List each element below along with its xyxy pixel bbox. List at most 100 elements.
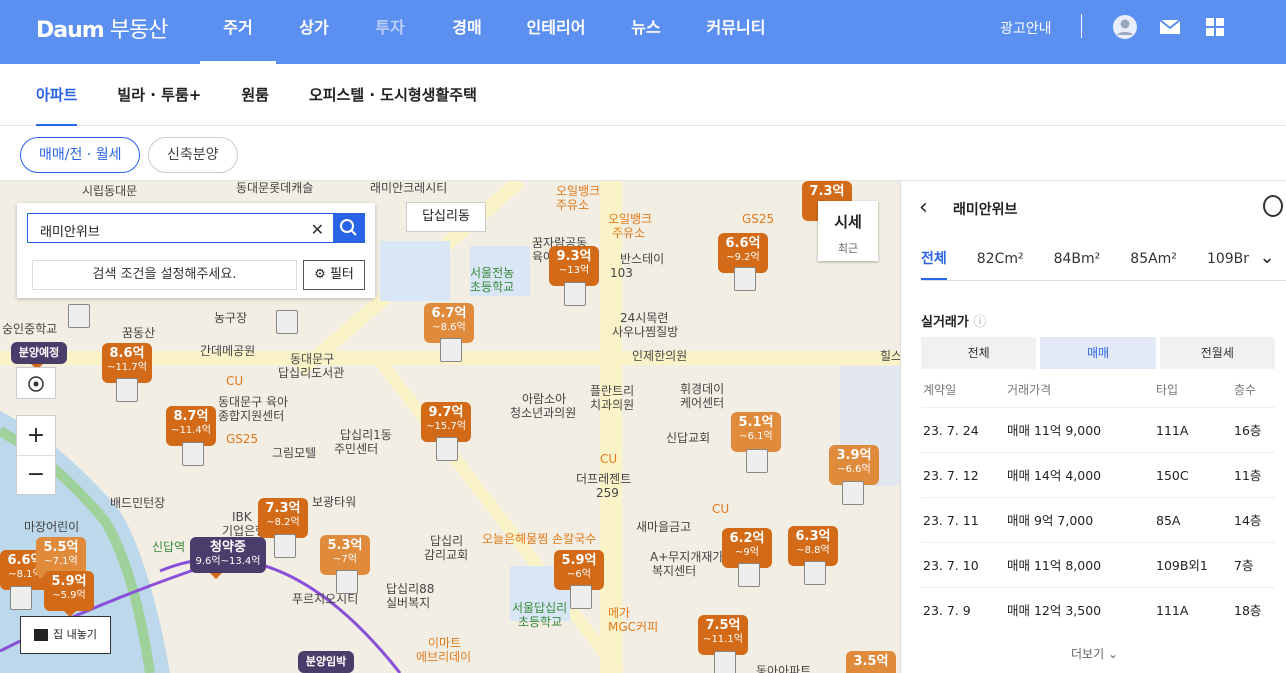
map-label: 사우나찜질방 — [612, 325, 679, 339]
user-icon[interactable] — [1112, 14, 1138, 40]
seg-trade[interactable]: 매매 — [1040, 337, 1156, 369]
current-location-button[interactable] — [16, 367, 56, 399]
map-label: 오일뱅크 — [556, 184, 601, 198]
help-icon[interactable]: ⓘ — [973, 315, 986, 330]
subscription-badge[interactable]: 청약중 9.6억~13.4억 — [190, 537, 266, 579]
mail-icon[interactable] — [1157, 14, 1183, 40]
chevron-down-icon: ⌄ — [1107, 647, 1119, 661]
building-icon — [436, 437, 458, 461]
seg-all[interactable]: 전체 — [921, 337, 1037, 369]
price-pin[interactable]: 8.7억 ~11.4억 — [166, 406, 216, 452]
filter-button[interactable]: ⚙ 필터 — [303, 260, 365, 290]
table-row: 23. 7. 9 매매 12억 3,500 111A 18층 — [921, 587, 1275, 632]
map-label: 동대문롯데캐슬 — [236, 181, 314, 195]
building-icon — [440, 338, 462, 362]
price-pin[interactable]: 3.9억 ~6.6억 — [829, 445, 879, 491]
more-button[interactable]: 더보기 ⌄ — [1071, 645, 1118, 662]
map-label: 103 — [610, 266, 633, 280]
chevron-down-icon[interactable]: ⌄ — [1249, 243, 1285, 277]
building-icon — [10, 586, 32, 610]
list-my-home-button[interactable]: 집 내놓기 — [20, 616, 111, 654]
map-label: 주유소 — [612, 226, 646, 240]
nav-commercial[interactable]: 상가 — [276, 0, 352, 64]
map-label: 답십리 — [430, 534, 464, 548]
global-nav: 주거 상가 투자 경매 인테리어 뉴스 커뮤니티 — [200, 0, 786, 64]
map-label: 더프레젠트 — [576, 472, 632, 486]
price-pin[interactable]: 3.5억 — [846, 651, 896, 673]
price-pin[interactable]: 9.3억 ~13억 — [549, 246, 599, 292]
back-icon[interactable]: ‹ — [919, 195, 928, 220]
tab-officetel[interactable]: 오피스텔 · 도시형생활주택 — [309, 84, 477, 105]
map-label: CU — [712, 502, 730, 516]
search-condition-hint[interactable]: 검색 조건을 설정해주세요. — [32, 260, 297, 290]
zoom-out-button[interactable]: − — [17, 456, 55, 494]
building-icon — [570, 585, 592, 609]
tab-apartment[interactable]: 아파트 — [36, 64, 78, 126]
dong-label: 답십리동 — [406, 202, 486, 232]
map-label: 보광타워 — [312, 495, 357, 509]
map-label: 메가 — [608, 606, 631, 620]
search-button[interactable] — [333, 213, 365, 243]
tab-villa[interactable]: 빌라 · 투룸+ — [117, 84, 201, 105]
zoom-in-button[interactable]: + — [17, 416, 55, 456]
nav-interior[interactable]: 인테리어 — [506, 0, 606, 64]
map-label: 서울답십리 — [512, 601, 568, 615]
map-label: 신답역 — [152, 540, 186, 554]
price-pin[interactable]: 6.7억 ~8.6억 — [424, 303, 474, 349]
seg-rent[interactable]: 전월세 — [1159, 337, 1275, 369]
clear-search-icon[interactable]: ✕ — [311, 220, 324, 239]
map-label: 동아아파트 — [756, 664, 812, 673]
imminent-sale-badge[interactable]: 분양임박 — [298, 651, 354, 673]
deal-type-filters: 매매/전 · 월세 신축분양 — [0, 126, 1286, 181]
search-icon — [340, 219, 357, 236]
price-pin[interactable]: 8.6억 ~11.7억 — [102, 343, 152, 389]
price-pin[interactable]: 6.2억 ~9억 — [722, 528, 772, 574]
price-pin[interactable]: 5.9억 ~5.9억 — [44, 571, 94, 617]
zoom-control: + − — [16, 415, 56, 495]
map-label: 꿈동산 — [122, 326, 156, 340]
map-label: 복지센터 — [652, 564, 697, 578]
price-pin[interactable]: 6.3억 ~8.8억 — [788, 526, 838, 572]
tab-82c[interactable]: 82Cm² — [977, 241, 1024, 280]
building-icon — [68, 304, 90, 328]
nav-community[interactable]: 커뮤니티 — [686, 0, 786, 64]
area-tabs: 전체 82Cm² 84Bm² 85Am² 109Bm² — [921, 241, 1286, 281]
upcoming-sale-badge[interactable]: 분양예정 — [11, 342, 67, 370]
home-icon — [34, 629, 48, 641]
section-title: 실거래가 ⓘ — [921, 315, 987, 330]
price-pin[interactable]: 7.3억 ~8.2억 — [258, 498, 308, 544]
pill-trade-rent[interactable]: 매매/전 · 월세 — [20, 137, 141, 173]
price-pin[interactable]: 7.5억 ~11.1억 — [698, 615, 748, 661]
price-pin[interactable]: 5.1억 ~6.1억 — [731, 412, 781, 458]
nav-investment[interactable]: 투자 — [352, 0, 428, 64]
nav-news[interactable]: 뉴스 — [606, 0, 686, 64]
tab-84b[interactable]: 84Bm² — [1054, 241, 1101, 280]
price-pin[interactable]: 5.3억 ~7억 — [320, 535, 370, 581]
price-pin[interactable]: 9.7억 ~15.7억 — [421, 402, 471, 448]
nav-housing[interactable]: 주거 — [200, 0, 276, 64]
complex-title: 래미안위브 — [953, 202, 1018, 218]
property-type-tabs: 아파트 빌라 · 투룸+ 원룸 오피스텔 · 도시형생활주택 — [0, 64, 1286, 126]
price-pin[interactable]: 5.9억 ~6억 — [554, 550, 604, 596]
ad-link[interactable]: 광고안내 — [1000, 18, 1052, 38]
tab-85a[interactable]: 85Am² — [1130, 241, 1177, 280]
nav-auction[interactable]: 경매 — [428, 0, 506, 64]
map-label: 답십리도서관 — [278, 366, 345, 380]
price-toggle[interactable]: 시세 최근 — [818, 201, 878, 261]
map-label: CU — [226, 374, 244, 388]
pill-new-sale[interactable]: 신축분양 — [148, 137, 238, 173]
building-icon — [842, 481, 864, 505]
map-label: 오일뱅크 — [608, 212, 653, 226]
apps-grid-icon[interactable] — [1202, 14, 1228, 40]
map-label: 이마트 — [428, 636, 462, 650]
search-input[interactable]: 래미안위브 ✕ — [27, 213, 365, 243]
map-label: 초등학교 — [470, 280, 515, 294]
tab-oneroom[interactable]: 원룸 — [241, 84, 269, 105]
building-icon — [336, 570, 358, 594]
tab-all[interactable]: 전체 — [921, 241, 947, 280]
share-icon[interactable] — [1263, 195, 1283, 217]
map-label: GS25 — [226, 432, 259, 446]
map-label: 시립동대문 — [82, 184, 138, 198]
map-label: 서울전농 — [470, 266, 515, 280]
daum-logo[interactable]: Daum 부동산 — [36, 12, 168, 44]
